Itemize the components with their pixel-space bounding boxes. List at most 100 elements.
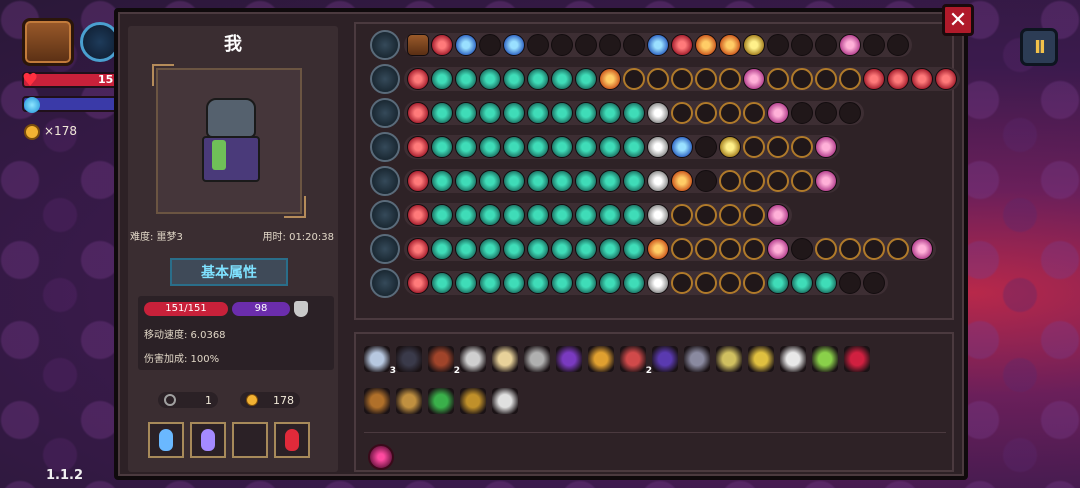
- upgrade-slot-ring[interactable]: [743, 272, 765, 294]
- upgrade-slot-teal[interactable]: [575, 204, 597, 226]
- upgrade-slot-teal[interactable]: [479, 204, 501, 226]
- upgrade-slot-teal[interactable]: [599, 272, 621, 294]
- upgrade-slot-teal[interactable]: [503, 102, 525, 124]
- upgrade-slot-teal[interactable]: [431, 102, 453, 124]
- upgrade-slot-empty[interactable]: [839, 272, 861, 294]
- upgrade-slot-teal[interactable]: [575, 102, 597, 124]
- upgrade-slot-ring[interactable]: [671, 68, 693, 90]
- upgrade-slot-empty[interactable]: [815, 34, 837, 56]
- upgrade-slot-ring[interactable]: [671, 204, 693, 226]
- upgrade-slot-red[interactable]: [407, 102, 429, 124]
- weapon-icon[interactable]: [370, 64, 400, 94]
- upgrade-slot-teal[interactable]: [503, 204, 525, 226]
- upgrade-slot-teal[interactable]: [455, 204, 477, 226]
- upgrade-slot-teal[interactable]: [623, 238, 645, 260]
- upgrade-slot-teal[interactable]: [599, 204, 621, 226]
- upgrade-slot-orange[interactable]: [695, 34, 717, 56]
- upgrade-slot-red[interactable]: [407, 272, 429, 294]
- upgrade-slot-teal[interactable]: [431, 170, 453, 192]
- upgrade-slot-red[interactable]: [407, 238, 429, 260]
- upgrade-slot-ring[interactable]: [671, 102, 693, 124]
- upgrade-slot-white[interactable]: [647, 136, 669, 158]
- upgrade-slot-teal[interactable]: [479, 68, 501, 90]
- potion-slot-1[interactable]: [148, 422, 184, 458]
- upgrade-slot-ring[interactable]: [743, 204, 765, 226]
- upgrade-slot-teal[interactable]: [455, 68, 477, 90]
- weapon-icon[interactable]: [370, 234, 400, 264]
- upgrade-slot-ring[interactable]: [743, 102, 765, 124]
- upgrade-slot-teal[interactable]: [575, 272, 597, 294]
- upgrade-slot-ring[interactable]: [695, 68, 717, 90]
- upgrade-slot-teal[interactable]: [479, 102, 501, 124]
- gauntlet-icon[interactable]: [524, 346, 550, 372]
- upgrade-slot-pink[interactable]: [815, 170, 837, 192]
- upgrade-slot-teal[interactable]: [479, 170, 501, 192]
- upgrade-slot-ring[interactable]: [887, 238, 909, 260]
- red-wand-icon[interactable]: [844, 346, 870, 372]
- upgrade-slot-ring[interactable]: [719, 102, 741, 124]
- upgrade-slot-ring[interactable]: [815, 238, 837, 260]
- upgrade-slot-red[interactable]: [407, 170, 429, 192]
- upgrade-slot-ring[interactable]: [719, 238, 741, 260]
- upgrade-slot-teal[interactable]: [551, 68, 573, 90]
- upgrade-slot-teal[interactable]: [575, 170, 597, 192]
- robe-icon[interactable]: [684, 346, 710, 372]
- upgrade-slot-ring[interactable]: [743, 238, 765, 260]
- upgrade-slot-ring[interactable]: [863, 238, 885, 260]
- upgrade-slot-teal[interactable]: [527, 102, 549, 124]
- upgrade-slot-teal[interactable]: [455, 272, 477, 294]
- upgrade-slot-ring[interactable]: [671, 238, 693, 260]
- chest-icon[interactable]: [22, 18, 74, 66]
- upgrade-slot-ring[interactable]: [719, 68, 741, 90]
- upgrade-slot-teal[interactable]: [431, 272, 453, 294]
- upgrade-slot-blue[interactable]: [503, 34, 525, 56]
- upgrade-slot-teal[interactable]: [575, 238, 597, 260]
- potion-slot-4[interactable]: [274, 422, 310, 458]
- upgrade-slot-blue[interactable]: [455, 34, 477, 56]
- upgrade-slot-white[interactable]: [647, 170, 669, 192]
- upgrade-slot-ring[interactable]: [623, 68, 645, 90]
- upgrade-slot-teal[interactable]: [503, 170, 525, 192]
- upgrade-slot-ring[interactable]: [647, 68, 669, 90]
- upgrade-slot-red[interactable]: [407, 136, 429, 158]
- upgrade-slot-red[interactable]: [887, 68, 909, 90]
- weapon-icon[interactable]: [370, 132, 400, 162]
- map-icon[interactable]: [396, 388, 422, 414]
- upgrade-slot-teal[interactable]: [623, 170, 645, 192]
- crown-icon[interactable]: [748, 346, 774, 372]
- upgrade-slot-empty[interactable]: [695, 170, 717, 192]
- upgrade-slot-pink[interactable]: [767, 204, 789, 226]
- upgrade-slot-pink[interactable]: [911, 238, 933, 260]
- upgrade-slot-empty[interactable]: [791, 102, 813, 124]
- upgrade-slot-empty[interactable]: [527, 34, 549, 56]
- upgrade-slot-ring[interactable]: [719, 272, 741, 294]
- upgrade-slot-white[interactable]: [647, 272, 669, 294]
- upgrade-slot-empty[interactable]: [791, 238, 813, 260]
- scroll-icon[interactable]: [364, 388, 390, 414]
- upgrade-slot-teal[interactable]: [527, 272, 549, 294]
- upgrade-slot-teal[interactable]: [551, 238, 573, 260]
- wizard-hat-icon[interactable]: [556, 346, 582, 372]
- upgrade-slot-pink[interactable]: [767, 102, 789, 124]
- upgrade-slot-teal[interactable]: [503, 272, 525, 294]
- weapon-icon[interactable]: [370, 98, 400, 128]
- upgrade-slot-teal[interactable]: [527, 136, 549, 158]
- upgrade-slot-teal[interactable]: [623, 102, 645, 124]
- upgrade-slot-empty[interactable]: [863, 34, 885, 56]
- upgrade-slot-red[interactable]: [935, 68, 957, 90]
- upgrade-slot-ring[interactable]: [719, 204, 741, 226]
- potion-bag-icon[interactable]: 2: [620, 346, 652, 376]
- snake-icon[interactable]: [716, 346, 742, 372]
- upgrade-slot-ring[interactable]: [791, 68, 813, 90]
- upgrade-slot-orange[interactable]: [647, 238, 669, 260]
- upgrade-slot-blue[interactable]: [647, 34, 669, 56]
- buff-icon[interactable]: [368, 444, 394, 470]
- upgrade-slot-ring[interactable]: [791, 170, 813, 192]
- upgrade-slot-empty[interactable]: [599, 34, 621, 56]
- upgrade-slot-ring[interactable]: [743, 136, 765, 158]
- upgrade-slot-teal[interactable]: [623, 136, 645, 158]
- upgrade-slot-orange[interactable]: [671, 170, 693, 192]
- upgrade-slot-ring[interactable]: [767, 68, 789, 90]
- pause-button[interactable]: II: [1020, 28, 1058, 66]
- upgrade-slot-teal[interactable]: [479, 238, 501, 260]
